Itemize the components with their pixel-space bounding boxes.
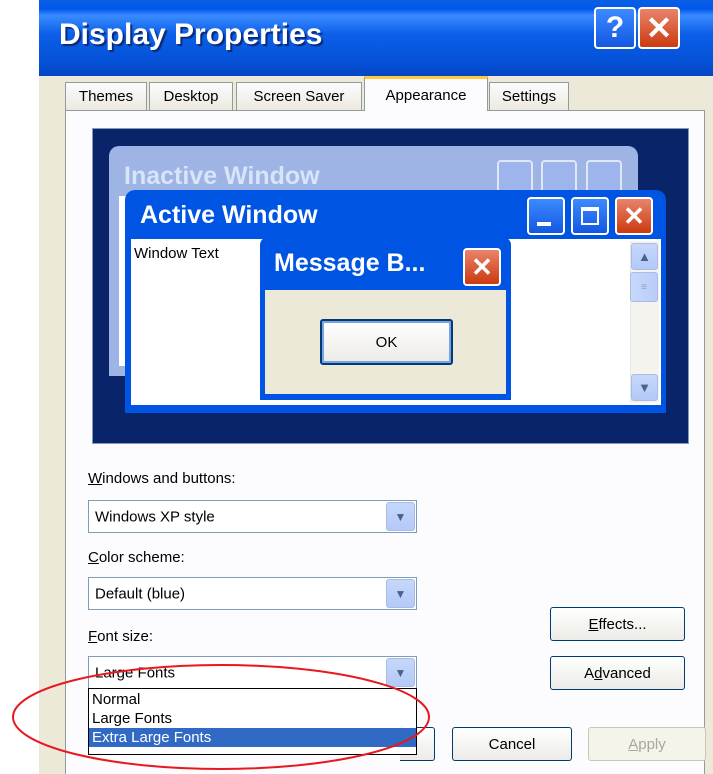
- tab-themes[interactable]: Themes: [65, 82, 147, 110]
- inactive-window-title: Inactive Window: [124, 162, 320, 190]
- help-button[interactable]: ?: [594, 7, 636, 49]
- scroll-up-icon: ▲: [631, 243, 658, 270]
- message-box-title: Message B...: [274, 249, 426, 277]
- scroll-thumb: ≡: [630, 272, 658, 302]
- font-size-value: Large Fonts: [95, 664, 176, 681]
- font-size-option-large[interactable]: Large Fonts: [89, 709, 416, 728]
- window-text: Window Text: [134, 245, 219, 262]
- font-size-option-extra-large[interactable]: Extra Large Fonts: [89, 728, 416, 747]
- chevron-down-icon[interactable]: ▼: [386, 658, 415, 687]
- windows-and-buttons-label: Windows and buttons:: [88, 470, 236, 487]
- color-scheme-select[interactable]: Default (blue) ▼: [88, 577, 417, 610]
- font-size-dropdown-list: Normal Large Fonts Extra Large Fonts: [88, 688, 417, 755]
- active-close-icon: ✕: [615, 197, 653, 235]
- apply-button[interactable]: Apply: [588, 727, 706, 761]
- close-icon: ✕: [645, 10, 673, 46]
- advanced-button[interactable]: Ad vanced: [550, 656, 685, 690]
- message-ok-button: OK: [320, 319, 453, 365]
- tab-settings[interactable]: Settings: [489, 82, 569, 110]
- tab-desktop[interactable]: Desktop: [149, 82, 233, 110]
- close-button[interactable]: ✕: [638, 7, 680, 49]
- active-maximize-icon: [571, 197, 609, 235]
- cancel-button[interactable]: Cancel: [452, 727, 572, 761]
- font-size-select[interactable]: Large Fonts ▼: [88, 656, 417, 689]
- preview-scrollbar: ▲ ▼: [630, 241, 659, 403]
- effects-button[interactable]: Effects...: [550, 607, 685, 641]
- chevron-down-icon[interactable]: ▼: [386, 579, 415, 608]
- chevron-down-icon[interactable]: ▼: [386, 502, 415, 531]
- active-minimize-icon: [527, 197, 565, 235]
- window-title: Display Properties: [59, 18, 323, 51]
- scroll-down-icon: ▼: [631, 374, 658, 401]
- font-size-label: Font size:: [88, 628, 154, 645]
- color-scheme-value: Default (blue): [95, 585, 186, 602]
- windows-and-buttons-value: Windows XP style: [95, 508, 215, 525]
- font-size-option-normal[interactable]: Normal: [89, 690, 416, 709]
- color-scheme-label: Color scheme:: [88, 549, 185, 566]
- active-window-title: Active Window: [140, 201, 318, 229]
- message-close-icon: ✕: [463, 248, 501, 286]
- tab-appearance[interactable]: Appearance: [364, 76, 488, 111]
- tab-screen-saver[interactable]: Screen Saver: [236, 82, 362, 110]
- windows-and-buttons-select[interactable]: Windows XP style ▼: [88, 500, 417, 533]
